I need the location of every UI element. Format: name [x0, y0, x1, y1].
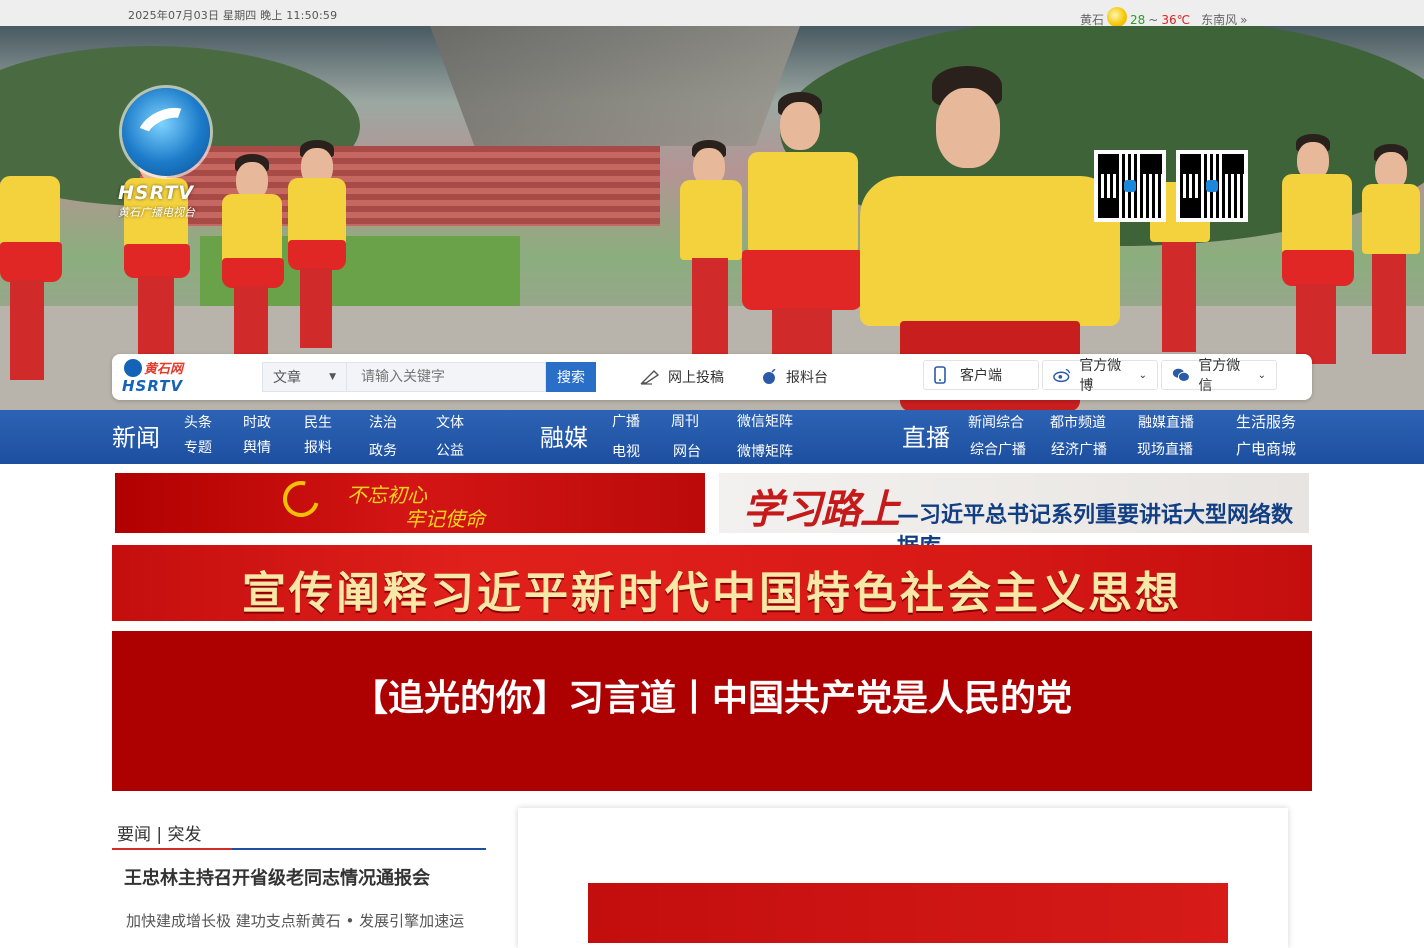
small-logo-icon [124, 359, 142, 377]
nav-item-weekly[interactable]: 周刊 [671, 411, 699, 431]
banner-b-title: 学习路上 [743, 486, 900, 533]
logo-subtitle: 黄石广播电视台 [118, 206, 195, 219]
search-input[interactable] [346, 362, 546, 392]
banner-thought-propaganda[interactable]: 宣传阐释习近平新时代中国特色社会主义思想 [112, 545, 1312, 621]
main-nav: 新闻 头条 时政 民生 法治 文体 专题 舆情 报料 政务 公益 融媒 广播 周… [0, 410, 1424, 464]
nav-item-radio[interactable]: 广播 [612, 411, 640, 431]
chevron-down-icon: ⌄ [1257, 369, 1266, 381]
weibo-button[interactable]: 官方微博 ⌄ [1042, 358, 1158, 394]
nav-item-livelihood[interactable]: 民生 [304, 412, 332, 432]
tab-underline [112, 848, 486, 850]
nav-media[interactable]: 融媒 [540, 418, 588, 453]
nav-item-topics[interactable]: 专题 [184, 437, 212, 457]
temp-high: 36℃ [1161, 12, 1191, 27]
report-link[interactable]: 报料台 [762, 367, 828, 387]
search-bar: 黄石网 HSRTV 文章 ▼ 搜索 网上投稿 报料台 客户端 官方微博 ⌄ 官方… [112, 354, 1312, 400]
qr-code-wechat [1176, 150, 1248, 222]
nav-item-tipoffs[interactable]: 报料 [304, 437, 332, 457]
nav-item-news-channel[interactable]: 新闻综合 [968, 412, 1024, 432]
client-label: 客户端 [960, 368, 1002, 384]
nav-item-government[interactable]: 政务 [369, 440, 397, 460]
client-button[interactable]: 客户端 [923, 360, 1039, 390]
weibo-label: 官方微博 [1079, 358, 1122, 394]
qr-code-app [1094, 150, 1166, 222]
small-logo-bottom: HSRTV [122, 377, 184, 395]
nav-item-economic-radio[interactable]: 经济广播 [1051, 439, 1107, 459]
temp-low: 28 [1130, 12, 1146, 27]
panel-banner[interactable] [588, 883, 1228, 943]
nav-item-culture-sports[interactable]: 文体 [436, 412, 464, 432]
temp-separator: ~ [1148, 12, 1159, 27]
hsrtv-logo[interactable]: HSRTV 黄石广播电视台 [118, 88, 218, 220]
wechat-button[interactable]: 官方微信 ⌄ [1161, 358, 1277, 394]
top-bar: 2025年07月03日 星期四 晚上 11:50:59 黄石 28 ~36℃ 东南… [0, 0, 1424, 27]
nav-item-mall[interactable]: 广电商城 [1236, 438, 1296, 459]
nav-item-media-live[interactable]: 融媒直播 [1138, 412, 1194, 432]
news-tabs[interactable]: 要闻 | 突发 [117, 820, 202, 845]
wechat-icon [1172, 368, 1190, 382]
search-button[interactable]: 搜索 [546, 362, 596, 392]
banner-original-aspiration[interactable]: 不忘初心 牢记使命 [115, 473, 705, 533]
hero-banner: HSRTV 黄石广播电视台 [0, 26, 1424, 410]
sunny-icon [1107, 6, 1128, 27]
nav-item-onsite-live[interactable]: 现场直播 [1137, 439, 1193, 459]
current-datetime: 2025年07月03日 星期四 晚上 11:50:59 [128, 9, 338, 22]
search-type-value: 文章 [273, 370, 301, 386]
bomb-icon [763, 369, 776, 384]
wechat-label: 官方微信 [1198, 358, 1241, 394]
weather-more-icon[interactable]: » [1240, 13, 1247, 27]
logo-emblem-icon [122, 88, 210, 176]
phone-icon [934, 366, 946, 384]
banner-c-text: 宣传阐释习近平新时代中国特色社会主义思想 [242, 568, 1182, 619]
nav-item-life-service[interactable]: 生活服务 [1236, 411, 1296, 432]
pen-icon [640, 370, 660, 385]
nav-item-weibo-matrix[interactable]: 微博矩阵 [737, 441, 793, 461]
report-label: 报料台 [786, 370, 828, 386]
banner-a-line2: 牢记使命 [405, 507, 485, 531]
chevron-down-icon: ⌄ [1138, 369, 1147, 381]
nav-item-public-opinion[interactable]: 舆情 [243, 437, 271, 457]
news-subline[interactable]: 加快建成增长极 建功支点新黄石 • 发展引擎加速运 [126, 910, 464, 931]
nav-item-tv[interactable]: 电视 [612, 441, 640, 461]
contribute-link[interactable]: 网上投稿 [640, 367, 724, 387]
hammer-sickle-icon [276, 474, 326, 524]
nav-item-law[interactable]: 法治 [369, 412, 397, 432]
nav-item-general-radio[interactable]: 综合广播 [970, 439, 1026, 459]
nav-item-politics[interactable]: 时政 [243, 412, 271, 432]
weibo-icon [1053, 368, 1071, 383]
nav-item-headline[interactable]: 头条 [184, 412, 212, 432]
nav-item-city-channel[interactable]: 都市频道 [1050, 412, 1106, 432]
hsrtv-small-logo[interactable]: 黄石网 HSRTV [122, 358, 202, 396]
media-panel [518, 808, 1288, 948]
nav-news[interactable]: 新闻 [112, 418, 160, 453]
search-type-select[interactable]: 文章 ▼ [262, 362, 346, 392]
contribute-label: 网上投稿 [668, 370, 724, 386]
banner-feature-story[interactable]: 【追光的你】习言道丨中国共产党是人民的党 [112, 631, 1312, 791]
nav-item-wechat-matrix[interactable]: 微信矩阵 [737, 411, 793, 431]
banner-study-road[interactable]: 学习路上 —习近平总书记系列重要讲话大型网络数据库 [719, 473, 1309, 560]
banner-d-text: 【追光的你】习言道丨中国共产党是人民的党 [351, 678, 1072, 719]
caret-down-icon: ▼ [329, 372, 336, 382]
nav-item-public-welfare[interactable]: 公益 [436, 440, 464, 460]
news-headline[interactable]: 王忠林主持召开省级老同志情况通报会 [124, 864, 430, 890]
nav-item-online-station[interactable]: 网台 [673, 441, 701, 461]
news-section: 要闻 | 突发 王忠林主持召开省级老同志情况通报会 加快建成增长极 建功支点新黄… [112, 808, 488, 933]
logo-text: HSRTV [118, 182, 195, 204]
nav-live[interactable]: 直播 [902, 418, 950, 453]
